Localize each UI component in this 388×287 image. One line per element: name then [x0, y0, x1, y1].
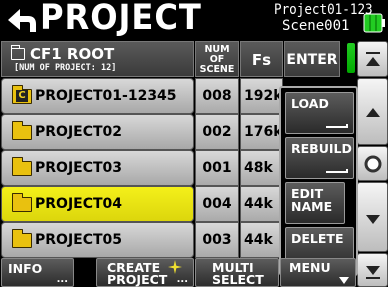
project-count: [NUM OF PROJECT: 12] [14, 63, 117, 73]
sample-rate: 44k [240, 186, 283, 222]
edit-name-label: EDIT NAME [291, 186, 333, 214]
sample-rate: 192k [240, 78, 283, 114]
chevron-down-icon [366, 215, 380, 224]
title-bar: PROJECT Project01-123 Scene001 [0, 0, 388, 40]
project-name-cell[interactable]: C PROJECT01-12345 [1, 78, 194, 114]
current-project-name: Project01-123 [274, 2, 373, 18]
back-arrow-icon[interactable] [4, 2, 40, 38]
enter-corner-icon [326, 169, 348, 173]
scroll-position-knob[interactable] [357, 146, 388, 181]
create-project-label: CREATE PROJECT [107, 260, 168, 287]
project-name: PROJECT03 [35, 160, 123, 176]
sample-rate: 44k [240, 222, 283, 258]
knob-icon [364, 155, 382, 173]
folder-icon [12, 193, 32, 212]
sample-rate: 48k [240, 150, 283, 186]
scroll-to-top-button[interactable] [357, 41, 388, 77]
project-name-cell[interactable]: PROJECT04 [1, 186, 194, 222]
current-project-badge: C [16, 90, 28, 102]
project-name-cell[interactable]: PROJECT03 [1, 150, 194, 186]
folder-icon: C [12, 85, 32, 104]
menu-label: MENU [289, 260, 331, 275]
rebuild-button[interactable]: REBUILD [285, 137, 354, 179]
folder-icon [12, 121, 32, 140]
sample-rate: 176k [240, 114, 283, 150]
enter-button[interactable]: ENTER [284, 41, 340, 77]
project-name: PROJECT04 [35, 196, 123, 212]
scene-count: 008 [195, 78, 239, 114]
scene-count: 003 [195, 222, 239, 258]
more-dots-icon: ... [56, 274, 68, 285]
folder-icon [10, 45, 25, 60]
current-path: CF1 ROOT [30, 45, 115, 63]
scene-count: 002 [195, 114, 239, 150]
project-popup-menu: LOAD REBUILD EDIT NAME DELETE [279, 86, 358, 276]
sparkle-icon [168, 260, 182, 274]
load-label: LOAD [291, 96, 329, 111]
page-title: PROJECT [40, 0, 202, 38]
edit-name-button[interactable]: EDIT NAME [285, 182, 345, 224]
list-scroll-thumb[interactable] [347, 43, 355, 73]
menu-button[interactable]: MENU [280, 258, 356, 287]
fs-column-header: Fs [240, 41, 283, 77]
scroll-up-button[interactable] [357, 78, 388, 145]
scroll-down-button[interactable] [357, 182, 388, 252]
chevron-up-icon [366, 108, 380, 117]
multi-select-button[interactable]: MULTI SELECT [195, 258, 279, 287]
info-button[interactable]: INFO ... [1, 258, 74, 287]
info-label: INFO [8, 261, 43, 276]
rebuild-label: REBUILD [291, 141, 352, 156]
current-path-header: CF1 ROOT [NUM OF PROJECT: 12] [1, 41, 194, 77]
delete-label: DELETE [291, 231, 344, 246]
load-button[interactable]: LOAD [285, 92, 354, 134]
enter-corner-icon [326, 124, 348, 128]
more-dots-icon: ... [176, 274, 188, 285]
battery-icon [363, 13, 385, 33]
scroll-top-icon [366, 52, 380, 66]
scene-count: 001 [195, 150, 239, 186]
multi-select-label: MULTI SELECT [212, 260, 264, 287]
project-name: PROJECT02 [35, 124, 123, 140]
project-name: PROJECT01-12345 [35, 88, 177, 104]
scene-count: 004 [195, 186, 239, 222]
project-name: PROJECT05 [35, 232, 123, 248]
project-name-cell[interactable]: PROJECT02 [1, 114, 194, 150]
num-scene-column-header: NUM OF SCENE [195, 41, 239, 77]
project-name-cell[interactable]: PROJECT05 [1, 222, 194, 258]
scroll-to-bottom-button[interactable] [357, 253, 388, 287]
folder-icon [12, 229, 32, 248]
create-project-button[interactable]: CREATE PROJECT ... [96, 258, 194, 287]
triangle-down-icon [339, 277, 349, 284]
folder-icon [12, 157, 32, 176]
scroll-bottom-icon [366, 266, 380, 279]
